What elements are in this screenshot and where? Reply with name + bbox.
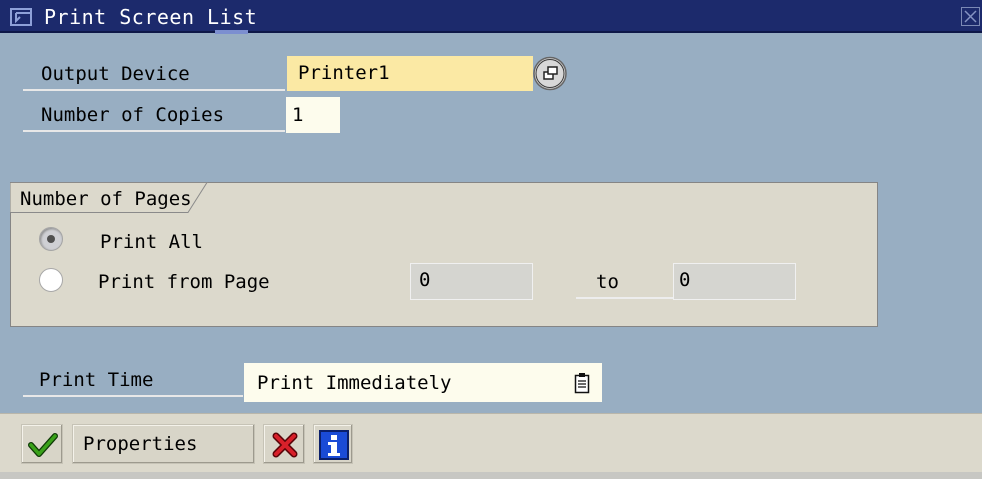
number-of-copies-label: Number of Copies: [23, 98, 285, 132]
to-label: to: [576, 266, 673, 299]
print-all-radio[interactable]: [39, 227, 63, 251]
number-of-pages-title: Number of Pages: [20, 188, 192, 210]
close-icon[interactable]: [961, 7, 980, 26]
cancel-button[interactable]: [263, 424, 305, 464]
print-from-page-label: Print from Page: [98, 271, 270, 293]
possible-entries-icon[interactable]: [532, 55, 568, 92]
dropdown-list-icon[interactable]: [573, 372, 591, 394]
output-device-label: Output Device: [23, 57, 285, 91]
print-time-label: Print Time: [23, 363, 243, 397]
print-time-dropdown[interactable]: Print Immediately: [244, 363, 602, 402]
properties-button[interactable]: Properties: [72, 424, 255, 464]
window-icon: [10, 8, 32, 26]
window-title: Print Screen List: [44, 5, 258, 29]
output-device-field[interactable]: Printer1: [287, 56, 533, 91]
print-all-label: Print All: [100, 231, 203, 253]
continue-button[interactable]: [21, 424, 63, 464]
print-screen-list-dialog: Print Screen List Output Device Printer1…: [0, 0, 982, 479]
cancel-x-icon: [272, 432, 298, 458]
print-from-page-radio[interactable]: [39, 268, 63, 292]
checkmark-icon: [28, 433, 58, 457]
page-from-field[interactable]: 0: [410, 263, 533, 300]
info-icon: [319, 430, 349, 460]
title-bar: Print Screen List: [0, 0, 982, 33]
number-of-copies-field[interactable]: 1: [286, 97, 340, 133]
title-focus-marker: [215, 30, 248, 34]
information-button[interactable]: [313, 424, 353, 464]
page-to-field[interactable]: 0: [673, 263, 796, 300]
window-bottom-edge: [0, 472, 982, 479]
